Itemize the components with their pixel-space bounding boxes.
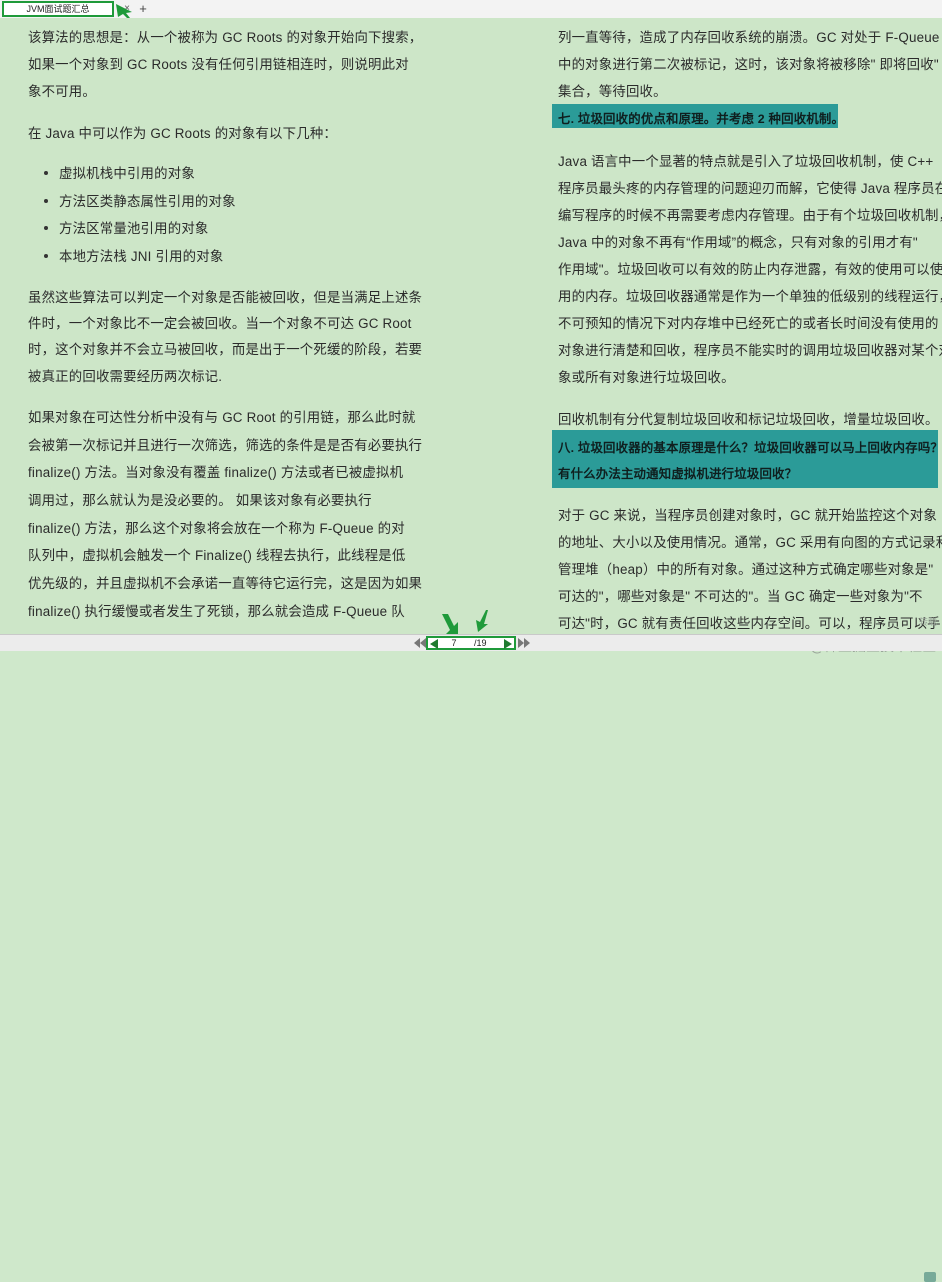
- text-line: 对象进行清楚和回收，程序员不能实时的调用垃圾回收器对某个对: [558, 343, 942, 358]
- text-line: 优先级的，并且虚拟机不会承诺一直等待它运行完，这是因为如果: [28, 576, 423, 591]
- add-tab-icon[interactable]: +: [136, 1, 150, 17]
- text-line: finalize() 方法。当对象没有覆盖 finalize() 方法或者已被虚…: [28, 465, 404, 480]
- tab-bar: JVM面试题汇总 × +: [0, 0, 942, 19]
- arrow-annotation-icon: [476, 610, 488, 632]
- heading-text: 八. 垃圾回收器的基本原理是什么？垃圾回收器可以马上回收内存吗？: [558, 441, 942, 455]
- text-line: 调用过，那么就认为是没必要的。 如果该对象有必要执行: [28, 493, 372, 508]
- text-line: 不可预知的情况下对内存堆中已经死亡的或者长时间没有使用的: [558, 316, 939, 331]
- text-line: 虽然这些算法可以判定一个对象是否能被回收，但是当满足上述条: [28, 290, 423, 305]
- section-heading-8: 八. 垃圾回收器的基本原理是什么？垃圾回收器可以马上回收内存吗？ 有什么办法主动…: [552, 430, 942, 488]
- text-line: 回收机制有分代复制垃圾回收和标记垃圾回收，增量垃圾回收。: [558, 412, 939, 427]
- text-line: 程序员最头疼的内存管理的问题迎刃而解，它使得 Java 程序员在: [558, 181, 942, 196]
- next-page-icon[interactable]: [504, 639, 512, 649]
- heading-text: 七. 垃圾回收的优点和原理。并考虑 2 种回收机制。: [558, 112, 845, 126]
- bullet-dot: [44, 171, 48, 175]
- text-line: 管理堆（heap）中的所有对象。通过这种方式确定哪些对象是": [558, 562, 934, 577]
- text-line: 象或所有对象进行垃圾回收。: [558, 370, 735, 385]
- text-line: 队列中，虚拟机会触发一个 Finalize() 线程去执行，此线程是低: [28, 548, 406, 563]
- heading-text: 有什么办法主动通知虚拟机进行垃圾回收？: [558, 467, 798, 481]
- first-page-icon[interactable]: [414, 638, 426, 648]
- text-line: 编写程序的时候不再需要考虑内存管理。由于有个垃圾回收机制，: [558, 208, 942, 223]
- text-line: 对于 GC 来说，当程序员创建对象时，GC 就开始监控这个对象: [558, 508, 937, 523]
- arrow-annotation-icon: [442, 614, 458, 634]
- text-line: 中的对象进行第二次被标记，这时，该对象将被移除" 即将回收": [558, 57, 939, 72]
- text-line: 在 Java 中可以作为 GC Roots 的对象有以下几种：: [28, 126, 338, 141]
- text-line: 的地址、大小以及使用情况。通常，GC 采用有向图的方式记录和: [558, 535, 942, 550]
- bullet-dot: [44, 254, 48, 258]
- settings-icon[interactable]: [924, 1272, 936, 1282]
- text-line: 可达"时，GC 就有责任回收这些内存空间。可以，程序员可以手: [558, 616, 941, 631]
- text-line: 如果一个对象到 GC Roots 没有任何引用链相连时，则说明此对: [28, 57, 409, 72]
- text-line: 时，这个对象并不会立马被回收，而是出于一个死缓的阶段，若要: [28, 342, 423, 357]
- text-line: 会被第一次标记并且进行一次筛选，筛选的条件是是否有必要执行: [28, 438, 423, 453]
- text-line: Java 中的对象不再有“作用域”的概念，只有对象的引用才有": [558, 235, 918, 250]
- text-line: 可达的"，哪些对象是" 不可达的"。当 GC 确定一些对象为"不: [558, 589, 923, 604]
- text-line: finalize() 执行缓慢或者发生了死锁，那么就会造成 F-Queue 队: [28, 604, 405, 619]
- bullet-dot: [44, 226, 48, 230]
- section-heading-7: 七. 垃圾回收的优点和原理。并考虑 2 种回收机制。: [552, 104, 844, 128]
- list-item: 本地方法栈 JNI 引用的对象: [59, 249, 224, 264]
- text-line: 件时，一个对象比不一定会被回收。当一个对象不可达 GC Root: [28, 316, 412, 331]
- document-view: 该算法的思想是：从一个被称为 GC Roots 的对象开始向下搜索， 如果一个对…: [0, 18, 942, 655]
- status-bar: /19: [0, 634, 942, 1282]
- text-line: 象不可用。: [28, 84, 96, 99]
- page-number-input[interactable]: [440, 638, 468, 648]
- list-item: 方法区常量池引用的对象: [59, 221, 209, 236]
- text-line: 该算法的思想是：从一个被称为 GC Roots 的对象开始向下搜索，: [28, 30, 423, 45]
- text-line: Java 语言中一个显著的特点就是引入了垃圾回收机制，使 C++: [558, 154, 934, 169]
- page-total: /19: [474, 638, 487, 648]
- list-item: 虚拟机栈中引用的对象: [59, 166, 195, 181]
- arrow-pointer-icon: [116, 4, 132, 18]
- text-line: 列一直等待，造成了内存回收系统的崩溃。GC 对处于 F-Queue: [558, 30, 940, 45]
- text-line: 用的内存。垃圾回收器通常是作为一个单独的低级别的线程运行，: [558, 289, 942, 304]
- prev-page-icon[interactable]: [430, 639, 438, 649]
- text-line: 作用域"。垃圾回收可以有效的防止内存泄露，有效的使用可以使: [558, 262, 942, 277]
- text-line: 被真正的回收需要经历两次标记.: [28, 369, 223, 384]
- tab-label: JVM面试题汇总: [26, 4, 90, 14]
- page-navigator: /19: [426, 636, 516, 650]
- text-line: finalize() 方法，那么这个对象将会放在一个称为 F-Queue 的对: [28, 521, 405, 536]
- text-line: 如果对象在可达性分析中没有与 GC Root 的引用链，那么此时就: [28, 410, 416, 425]
- bullet-dot: [44, 199, 48, 203]
- last-page-icon[interactable]: [518, 638, 530, 648]
- text-line: 集合，等待回收。: [558, 84, 667, 99]
- tab-jvm-summary[interactable]: JVM面试题汇总: [2, 1, 114, 17]
- list-item: 方法区类静态属性引用的对象: [59, 194, 236, 209]
- corner-label: 转载: [918, 617, 937, 627]
